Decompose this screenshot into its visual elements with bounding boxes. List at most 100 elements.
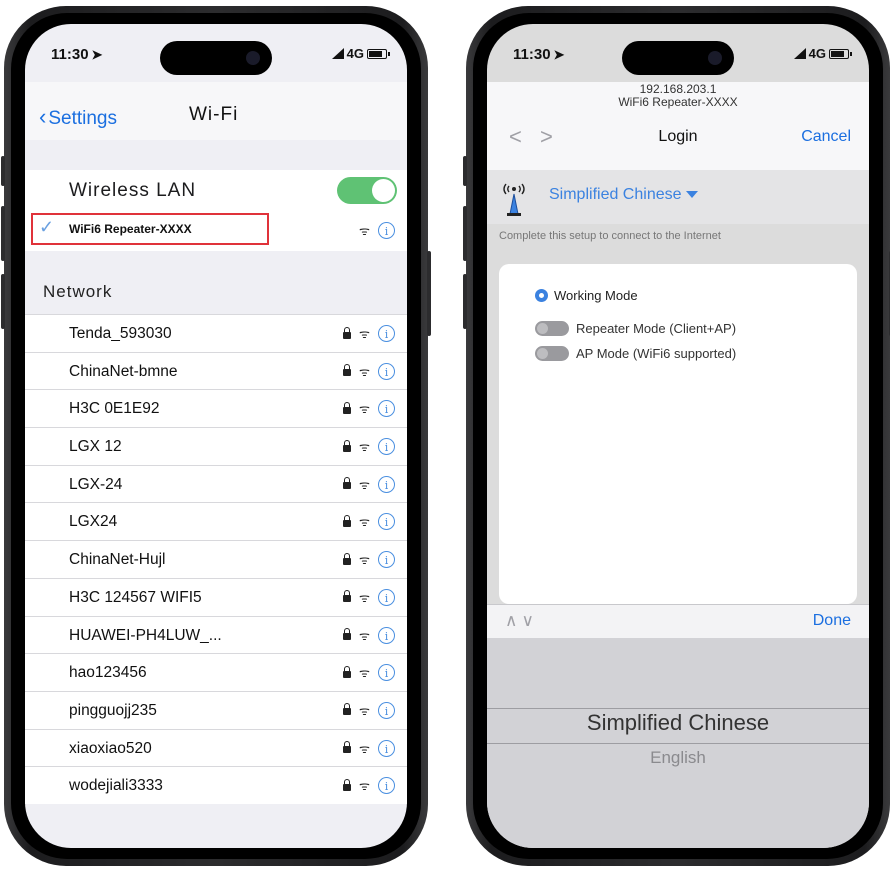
status-time: 11:30 ➤ (513, 46, 565, 63)
caret-down-icon (685, 191, 698, 199)
network-list-item[interactable]: wodejiali3333 ᯤ i (25, 766, 407, 804)
power-button (427, 251, 431, 336)
info-icon[interactable]: i (378, 222, 395, 239)
page-title: Wi-Fi (189, 104, 239, 125)
network-list-item[interactable]: hao123456 ᯤ i (25, 653, 407, 691)
network-list-item[interactable]: Tenda_593030 ᯤ i (25, 314, 407, 352)
network-list-item[interactable]: H3C 124567 WIFI5 ᯤ i (25, 577, 407, 616)
network-list-item[interactable]: LGX-24 ᯤ i (25, 464, 407, 503)
wifi-icon: ᯤ (359, 224, 370, 238)
network-list-item[interactable]: ChinaNet-bmne ᯤ i (25, 351, 407, 390)
wireless-lan-toggle[interactable] (337, 177, 397, 204)
network-list-item[interactable]: pingguojj235 ᯤ i (25, 690, 407, 729)
dynamic-island (160, 41, 272, 75)
info-icon[interactable]: i (378, 664, 395, 682)
network-name: wodejiali3333 (69, 777, 163, 795)
done-button[interactable]: Done (813, 612, 851, 630)
network-name: HUAWEI-PH4LUW_... (69, 626, 222, 644)
wifi-icon: ᯤ (359, 628, 370, 643)
info-icon[interactable]: i (378, 400, 395, 418)
network-list-item[interactable]: H3C 0E1E92 ᯤ i (25, 389, 407, 427)
row-icons: ᯤi (343, 362, 395, 380)
phone-wifi-settings: 11:30 ➤ 4G ‹ Settings Wi-Fi Wireless LAN ✓… (1, 6, 431, 866)
language-dropdown[interactable]: Simplified Chinese (549, 186, 698, 204)
browser-header: 192.168.203.1 WiFi6 Repeater-XXXX < > Lo… (487, 82, 869, 170)
info-icon[interactable]: i (378, 626, 395, 644)
row-icons: ᯤi (343, 551, 395, 569)
back-button[interactable]: ‹ Settings (39, 104, 117, 130)
wifi-icon: ᯤ (359, 515, 370, 530)
info-icon[interactable]: i (378, 513, 395, 531)
network-section-header: Network (43, 282, 113, 301)
wifi-icon: ᯤ (359, 402, 370, 417)
ap-mode-option[interactable]: AP Mode (WiFi6 supported) (535, 346, 736, 361)
lock-icon (343, 665, 352, 678)
mode-toggle[interactable] (535, 346, 569, 361)
volume-down-button (463, 274, 467, 329)
info-icon[interactable]: i (378, 588, 395, 606)
info-icon[interactable]: i (378, 475, 395, 493)
info-icon[interactable]: i (378, 739, 395, 757)
info-icon[interactable]: i (378, 438, 395, 456)
row-icons: ᯤi (343, 588, 395, 606)
cancel-button[interactable]: Cancel (801, 128, 851, 146)
network-list-item[interactable]: xiaoxiao520 ᯤ i (25, 728, 407, 767)
gear-icon (535, 289, 548, 302)
picker-option-selected[interactable]: Simplified Chinese (487, 710, 869, 736)
network-list-item[interactable]: HUAWEI-PH4LUW_... ᯤ i (25, 615, 407, 654)
row-icons: ᯤi (343, 701, 395, 719)
lock-icon (343, 703, 352, 716)
network-name: H3C 124567 WIFI5 (69, 588, 202, 606)
wifi-icon: ᯤ (359, 553, 370, 568)
status-time: 11:30 ➤ (51, 46, 103, 63)
row-icons: ᯤ i (359, 222, 395, 239)
lock-icon (343, 628, 352, 640)
info-icon[interactable]: i (378, 362, 395, 380)
info-icon[interactable]: i (378, 701, 395, 719)
network-name: H3C 0E1E92 (69, 400, 160, 418)
connected-network-name: WiFi6 Repeater-XXXX (69, 222, 192, 236)
picker-option[interactable]: English (487, 748, 869, 768)
lock-icon (343, 326, 352, 339)
row-icons: ᯤi (343, 626, 395, 644)
setup-card: Working Mode Repeater Mode (Client+AP) A… (499, 264, 857, 604)
lock-icon (343, 477, 352, 490)
toggle-knob (372, 179, 395, 202)
row-icons: ᯤi (343, 777, 395, 795)
status-indicators: 4G (331, 46, 390, 61)
network-name: Tenda_593030 (69, 325, 172, 342)
signal-icon (331, 48, 344, 59)
mode-toggle[interactable] (535, 321, 569, 336)
working-mode-title: Working Mode (535, 288, 638, 303)
battery-icon (367, 48, 390, 59)
network-name: LGX24 (69, 513, 118, 531)
location-arrow-icon: ➤ (553, 47, 565, 62)
language-selected: Simplified Chinese (549, 186, 682, 203)
wifi-icon: ᯤ (359, 703, 370, 718)
repeater-mode-option[interactable]: Repeater Mode (Client+AP) (535, 321, 736, 336)
network-list-item[interactable]: LGX24 ᯤ i (25, 502, 407, 540)
row-icons: ᯤi (343, 325, 395, 342)
address-bar[interactable]: 192.168.203.1 WiFi6 Repeater-XXXX (487, 83, 869, 109)
signal-icon (793, 48, 806, 59)
network-list-item[interactable]: ChinaNet-Hujl ᯤ i (25, 540, 407, 578)
lock-icon (343, 364, 352, 377)
info-icon[interactable]: i (378, 777, 395, 795)
language-picker[interactable]: Simplified Chinese English (487, 638, 869, 848)
wifi-icon: ᯤ (359, 327, 370, 341)
info-icon[interactable]: i (378, 325, 395, 342)
wifi-icon: ᯤ (359, 779, 370, 794)
network-name: ChinaNet-bmne (69, 362, 178, 380)
wireless-lan-label: Wireless LAN (69, 180, 197, 201)
mute-switch (1, 156, 5, 186)
phone-router-login: 11:30 ➤ 4G 192.168.203.1 WiFi6 Repeater-X… (463, 6, 890, 866)
info-icon[interactable]: i (378, 551, 395, 569)
wifi-icon: ᯤ (359, 590, 370, 605)
connected-network-row[interactable]: ✓ WiFi6 Repeater-XXXX ᯤ i (25, 211, 407, 251)
chevron-left-icon: ‹ (39, 104, 47, 129)
battery-icon (829, 48, 852, 59)
lock-icon (343, 514, 352, 527)
picker-nav-arrows[interactable]: ∧∨ (505, 611, 538, 631)
network-list-item[interactable]: LGX 12 ᯤ i (25, 427, 407, 465)
location-arrow-icon: ➤ (91, 47, 103, 62)
